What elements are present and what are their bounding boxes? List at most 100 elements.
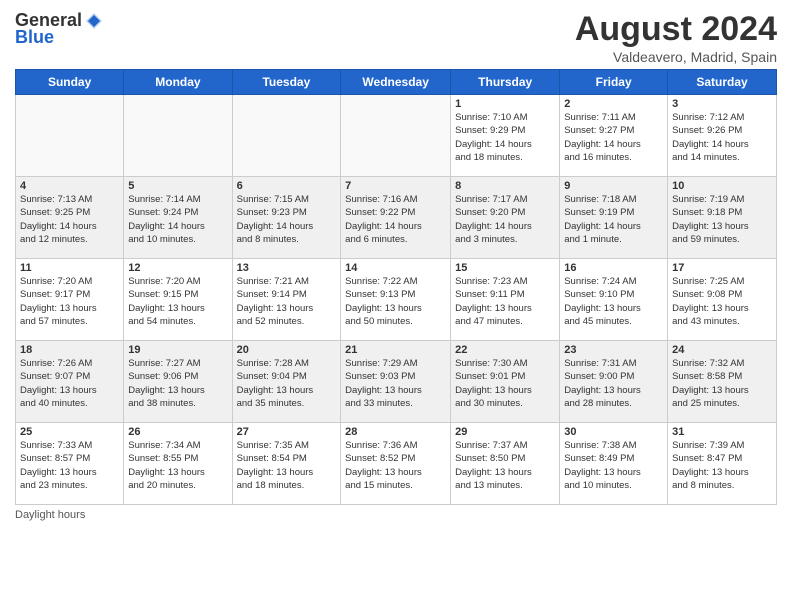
header: General Blue August 2024 Valdeavero, Mad… (15, 10, 777, 65)
day-number: 18 (20, 344, 119, 356)
day-number: 31 (672, 426, 772, 438)
day-number: 25 (20, 426, 119, 438)
calendar-day-header: Sunday (16, 70, 124, 95)
calendar-cell: 30Sunrise: 7:38 AM Sunset: 8:49 PM Dayli… (560, 423, 668, 505)
calendar-week-row: 1Sunrise: 7:10 AM Sunset: 9:29 PM Daylig… (16, 95, 777, 177)
calendar-day-header: Friday (560, 70, 668, 95)
day-number: 28 (345, 426, 446, 438)
calendar-cell: 31Sunrise: 7:39 AM Sunset: 8:47 PM Dayli… (668, 423, 777, 505)
day-info: Sunrise: 7:17 AM Sunset: 9:20 PM Dayligh… (455, 193, 555, 246)
day-info: Sunrise: 7:18 AM Sunset: 9:19 PM Dayligh… (564, 193, 663, 246)
calendar-cell: 14Sunrise: 7:22 AM Sunset: 9:13 PM Dayli… (341, 259, 451, 341)
calendar-cell: 6Sunrise: 7:15 AM Sunset: 9:23 PM Daylig… (232, 177, 341, 259)
day-info: Sunrise: 7:22 AM Sunset: 9:13 PM Dayligh… (345, 275, 446, 328)
day-number: 19 (128, 344, 227, 356)
calendar-day-header: Monday (124, 70, 232, 95)
calendar-cell: 7Sunrise: 7:16 AM Sunset: 9:22 PM Daylig… (341, 177, 451, 259)
calendar-cell: 12Sunrise: 7:20 AM Sunset: 9:15 PM Dayli… (124, 259, 232, 341)
day-info: Sunrise: 7:20 AM Sunset: 9:15 PM Dayligh… (128, 275, 227, 328)
day-number: 14 (345, 262, 446, 274)
calendar-cell: 21Sunrise: 7:29 AM Sunset: 9:03 PM Dayli… (341, 341, 451, 423)
calendar-cell: 26Sunrise: 7:34 AM Sunset: 8:55 PM Dayli… (124, 423, 232, 505)
calendar-cell: 20Sunrise: 7:28 AM Sunset: 9:04 PM Dayli… (232, 341, 341, 423)
day-number: 6 (237, 180, 337, 192)
day-info: Sunrise: 7:29 AM Sunset: 9:03 PM Dayligh… (345, 357, 446, 410)
day-number: 12 (128, 262, 227, 274)
day-number: 11 (20, 262, 119, 274)
day-number: 16 (564, 262, 663, 274)
footer-text: Daylight hours (15, 509, 85, 521)
day-number: 9 (564, 180, 663, 192)
calendar-cell: 9Sunrise: 7:18 AM Sunset: 9:19 PM Daylig… (560, 177, 668, 259)
footer-note: Daylight hours (15, 509, 777, 521)
day-number: 10 (672, 180, 772, 192)
day-number: 20 (237, 344, 337, 356)
main-title: August 2024 (575, 10, 777, 49)
calendar-cell: 13Sunrise: 7:21 AM Sunset: 9:14 PM Dayli… (232, 259, 341, 341)
day-info: Sunrise: 7:27 AM Sunset: 9:06 PM Dayligh… (128, 357, 227, 410)
calendar-body: 1Sunrise: 7:10 AM Sunset: 9:29 PM Daylig… (16, 95, 777, 505)
day-number: 13 (237, 262, 337, 274)
page-container: General Blue August 2024 Valdeavero, Mad… (0, 0, 792, 612)
day-info: Sunrise: 7:33 AM Sunset: 8:57 PM Dayligh… (20, 439, 119, 492)
day-info: Sunrise: 7:15 AM Sunset: 9:23 PM Dayligh… (237, 193, 337, 246)
calendar-cell: 5Sunrise: 7:14 AM Sunset: 9:24 PM Daylig… (124, 177, 232, 259)
day-info: Sunrise: 7:34 AM Sunset: 8:55 PM Dayligh… (128, 439, 227, 492)
day-info: Sunrise: 7:10 AM Sunset: 9:29 PM Dayligh… (455, 111, 555, 164)
logo: General Blue (15, 10, 104, 48)
day-number: 8 (455, 180, 555, 192)
day-number: 30 (564, 426, 663, 438)
calendar-header-row: SundayMondayTuesdayWednesdayThursdayFrid… (16, 70, 777, 95)
calendar-day-header: Thursday (451, 70, 560, 95)
calendar-cell: 23Sunrise: 7:31 AM Sunset: 9:00 PM Dayli… (560, 341, 668, 423)
day-info: Sunrise: 7:28 AM Sunset: 9:04 PM Dayligh… (237, 357, 337, 410)
calendar-cell: 24Sunrise: 7:32 AM Sunset: 8:58 PM Dayli… (668, 341, 777, 423)
day-info: Sunrise: 7:38 AM Sunset: 8:49 PM Dayligh… (564, 439, 663, 492)
day-info: Sunrise: 7:14 AM Sunset: 9:24 PM Dayligh… (128, 193, 227, 246)
calendar-cell (341, 95, 451, 177)
calendar-cell: 28Sunrise: 7:36 AM Sunset: 8:52 PM Dayli… (341, 423, 451, 505)
logo-blue: Blue (15, 27, 54, 48)
subtitle: Valdeavero, Madrid, Spain (575, 49, 777, 65)
day-number: 24 (672, 344, 772, 356)
calendar-cell: 16Sunrise: 7:24 AM Sunset: 9:10 PM Dayli… (560, 259, 668, 341)
calendar-week-row: 18Sunrise: 7:26 AM Sunset: 9:07 PM Dayli… (16, 341, 777, 423)
calendar-cell: 15Sunrise: 7:23 AM Sunset: 9:11 PM Dayli… (451, 259, 560, 341)
day-info: Sunrise: 7:32 AM Sunset: 8:58 PM Dayligh… (672, 357, 772, 410)
day-info: Sunrise: 7:13 AM Sunset: 9:25 PM Dayligh… (20, 193, 119, 246)
day-number: 5 (128, 180, 227, 192)
day-info: Sunrise: 7:37 AM Sunset: 8:50 PM Dayligh… (455, 439, 555, 492)
day-info: Sunrise: 7:16 AM Sunset: 9:22 PM Dayligh… (345, 193, 446, 246)
calendar-week-row: 25Sunrise: 7:33 AM Sunset: 8:57 PM Dayli… (16, 423, 777, 505)
day-number: 2 (564, 98, 663, 110)
logo-icon (84, 11, 104, 31)
day-info: Sunrise: 7:23 AM Sunset: 9:11 PM Dayligh… (455, 275, 555, 328)
day-number: 4 (20, 180, 119, 192)
calendar-cell: 4Sunrise: 7:13 AM Sunset: 9:25 PM Daylig… (16, 177, 124, 259)
day-info: Sunrise: 7:21 AM Sunset: 9:14 PM Dayligh… (237, 275, 337, 328)
calendar-day-header: Wednesday (341, 70, 451, 95)
day-number: 21 (345, 344, 446, 356)
calendar-cell (124, 95, 232, 177)
day-info: Sunrise: 7:36 AM Sunset: 8:52 PM Dayligh… (345, 439, 446, 492)
calendar-cell: 1Sunrise: 7:10 AM Sunset: 9:29 PM Daylig… (451, 95, 560, 177)
day-info: Sunrise: 7:24 AM Sunset: 9:10 PM Dayligh… (564, 275, 663, 328)
calendar-day-header: Tuesday (232, 70, 341, 95)
calendar-table: SundayMondayTuesdayWednesdayThursdayFrid… (15, 69, 777, 505)
day-info: Sunrise: 7:12 AM Sunset: 9:26 PM Dayligh… (672, 111, 772, 164)
calendar-cell: 18Sunrise: 7:26 AM Sunset: 9:07 PM Dayli… (16, 341, 124, 423)
day-info: Sunrise: 7:35 AM Sunset: 8:54 PM Dayligh… (237, 439, 337, 492)
day-number: 26 (128, 426, 227, 438)
day-info: Sunrise: 7:39 AM Sunset: 8:47 PM Dayligh… (672, 439, 772, 492)
calendar-cell (232, 95, 341, 177)
calendar-cell: 17Sunrise: 7:25 AM Sunset: 9:08 PM Dayli… (668, 259, 777, 341)
day-info: Sunrise: 7:31 AM Sunset: 9:00 PM Dayligh… (564, 357, 663, 410)
calendar-cell: 22Sunrise: 7:30 AM Sunset: 9:01 PM Dayli… (451, 341, 560, 423)
day-info: Sunrise: 7:11 AM Sunset: 9:27 PM Dayligh… (564, 111, 663, 164)
calendar-day-header: Saturday (668, 70, 777, 95)
calendar-week-row: 4Sunrise: 7:13 AM Sunset: 9:25 PM Daylig… (16, 177, 777, 259)
day-number: 22 (455, 344, 555, 356)
day-number: 1 (455, 98, 555, 110)
calendar-cell: 10Sunrise: 7:19 AM Sunset: 9:18 PM Dayli… (668, 177, 777, 259)
calendar-cell: 3Sunrise: 7:12 AM Sunset: 9:26 PM Daylig… (668, 95, 777, 177)
